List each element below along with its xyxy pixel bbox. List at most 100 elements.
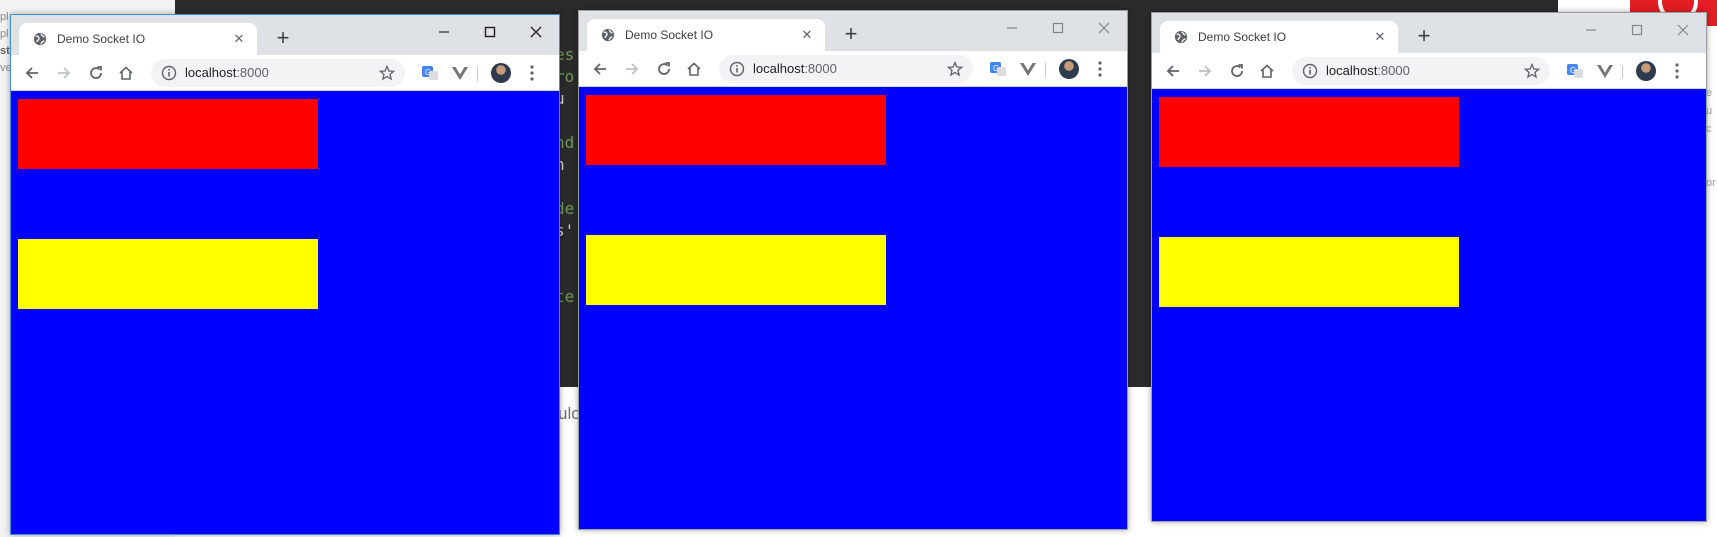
vue-devtools-icon[interactable] (1596, 62, 1614, 80)
background-text-line: e u (1706, 87, 1713, 117)
forward-button[interactable] (53, 62, 75, 84)
address-bar[interactable]: localhost:8000 (719, 55, 973, 83)
background-text-line (1706, 156, 1717, 174)
address-bar[interactable]: localhost:8000 (1292, 57, 1550, 85)
bookmark-star-icon[interactable] (947, 61, 963, 77)
reload-icon (90, 66, 102, 79)
menu-kebab-icon[interactable] (1670, 62, 1684, 80)
back-icon (593, 63, 606, 75)
url-port: :8000 (804, 61, 837, 76)
tab-title: Demo Socket IO (1198, 30, 1287, 44)
minimize-icon (1586, 29, 1596, 31)
reload-button[interactable] (85, 62, 107, 84)
bookmark-star-icon[interactable] (1524, 63, 1540, 79)
home-button[interactable] (683, 58, 705, 80)
globe-icon (1174, 30, 1188, 44)
info-icon[interactable] (1302, 63, 1318, 79)
minimize-button[interactable] (989, 15, 1035, 41)
tab-demo-socket-io[interactable]: Demo Socket IO ✕ (1160, 21, 1398, 53)
new-tab-icon[interactable]: + (1412, 25, 1436, 49)
reload-button[interactable] (1226, 60, 1248, 82)
toolbar: localhost:8000 G (579, 51, 1127, 87)
close-button[interactable] (513, 19, 559, 45)
menu-kebab-icon[interactable] (1093, 60, 1107, 78)
maximize-icon (484, 26, 496, 38)
title-bar[interactable]: Demo Socket IO ✕ + (11, 15, 559, 55)
profile-avatar[interactable] (1059, 59, 1079, 79)
back-button[interactable] (21, 62, 43, 84)
toolbar: localhost:8000 G (1152, 53, 1706, 89)
title-bar[interactable]: Demo Socket IO ✕ + (579, 11, 1127, 51)
close-icon (1677, 24, 1689, 36)
toolbar-separator (1622, 65, 1623, 79)
tab-close-icon[interactable]: ✕ (1372, 29, 1388, 45)
url-text[interactable]: localhost:8000 (1326, 63, 1410, 78)
url-port: :8000 (236, 65, 269, 80)
vue-devtools-icon[interactable] (451, 64, 469, 82)
maximize-button[interactable] (1614, 17, 1660, 43)
browser-window-3: Demo Socket IO ✕ + localhost:8000 G (1151, 12, 1707, 522)
back-button[interactable] (1162, 60, 1184, 82)
reload-button[interactable] (653, 58, 675, 80)
profile-avatar[interactable] (491, 63, 511, 83)
tab-title: Demo Socket IO (57, 32, 146, 46)
home-icon (687, 62, 701, 76)
translate-extension-icon[interactable]: G (1566, 62, 1584, 80)
back-button[interactable] (589, 58, 611, 80)
maximize-button[interactable] (1035, 15, 1081, 41)
back-icon (25, 67, 38, 79)
url-port: :8000 (1377, 63, 1410, 78)
home-icon (1260, 64, 1274, 78)
tab-close-icon[interactable]: ✕ (799, 27, 815, 43)
browser-window-2: Demo Socket IO ✕ + localhost:8000 G (578, 10, 1128, 530)
yellow-box (586, 235, 886, 305)
yellow-box (1159, 237, 1459, 307)
background-text-line: or (1706, 177, 1716, 189)
profile-avatar[interactable] (1636, 61, 1656, 81)
maximize-button[interactable] (467, 19, 513, 45)
translate-extension-icon[interactable]: G (989, 60, 1007, 78)
tab-demo-socket-io[interactable]: Demo Socket IO ✕ (19, 23, 257, 55)
home-icon (119, 66, 133, 80)
background-text-line: c (1706, 123, 1712, 135)
red-box (18, 99, 318, 169)
tab-close-icon[interactable]: ✕ (231, 31, 247, 47)
info-icon[interactable] (161, 65, 177, 81)
url-host: localhost (753, 61, 805, 76)
close-button[interactable] (1081, 15, 1127, 41)
minimize-icon (1007, 27, 1017, 29)
maximize-icon (1052, 22, 1064, 34)
globe-icon (601, 28, 615, 42)
reload-icon (1231, 64, 1243, 77)
browser-window-1: Demo Socket IO ✕ + localhost:8000 G (10, 14, 560, 535)
page-content (11, 91, 559, 534)
globe-icon (33, 32, 47, 46)
page-content (1152, 89, 1706, 521)
minimize-button[interactable] (421, 19, 467, 45)
minimize-button[interactable] (1568, 17, 1614, 43)
close-icon (1098, 22, 1110, 34)
url-host: localhost (1326, 63, 1378, 78)
url-text[interactable]: localhost:8000 (753, 61, 837, 76)
url-text[interactable]: localhost:8000 (185, 65, 269, 80)
vue-devtools-icon[interactable] (1019, 60, 1037, 78)
forward-button[interactable] (1194, 60, 1216, 82)
tab-title: Demo Socket IO (625, 28, 714, 42)
info-icon[interactable] (729, 61, 745, 77)
translate-extension-icon[interactable]: G (421, 64, 439, 82)
address-bar[interactable]: localhost:8000 (151, 59, 405, 87)
forward-icon (58, 67, 71, 79)
title-bar[interactable]: Demo Socket IO ✕ + (1152, 13, 1706, 53)
close-button[interactable] (1660, 17, 1706, 43)
maximize-icon (1631, 24, 1643, 36)
page-content (579, 87, 1127, 529)
forward-button[interactable] (621, 58, 643, 80)
home-button[interactable] (1256, 60, 1278, 82)
new-tab-icon[interactable]: + (271, 27, 295, 51)
menu-kebab-icon[interactable] (525, 64, 539, 82)
tab-demo-socket-io[interactable]: Demo Socket IO ✕ (587, 19, 825, 51)
home-button[interactable] (115, 62, 137, 84)
new-tab-icon[interactable]: + (839, 23, 863, 47)
url-host: localhost (185, 65, 237, 80)
bookmark-star-icon[interactable] (379, 65, 395, 81)
